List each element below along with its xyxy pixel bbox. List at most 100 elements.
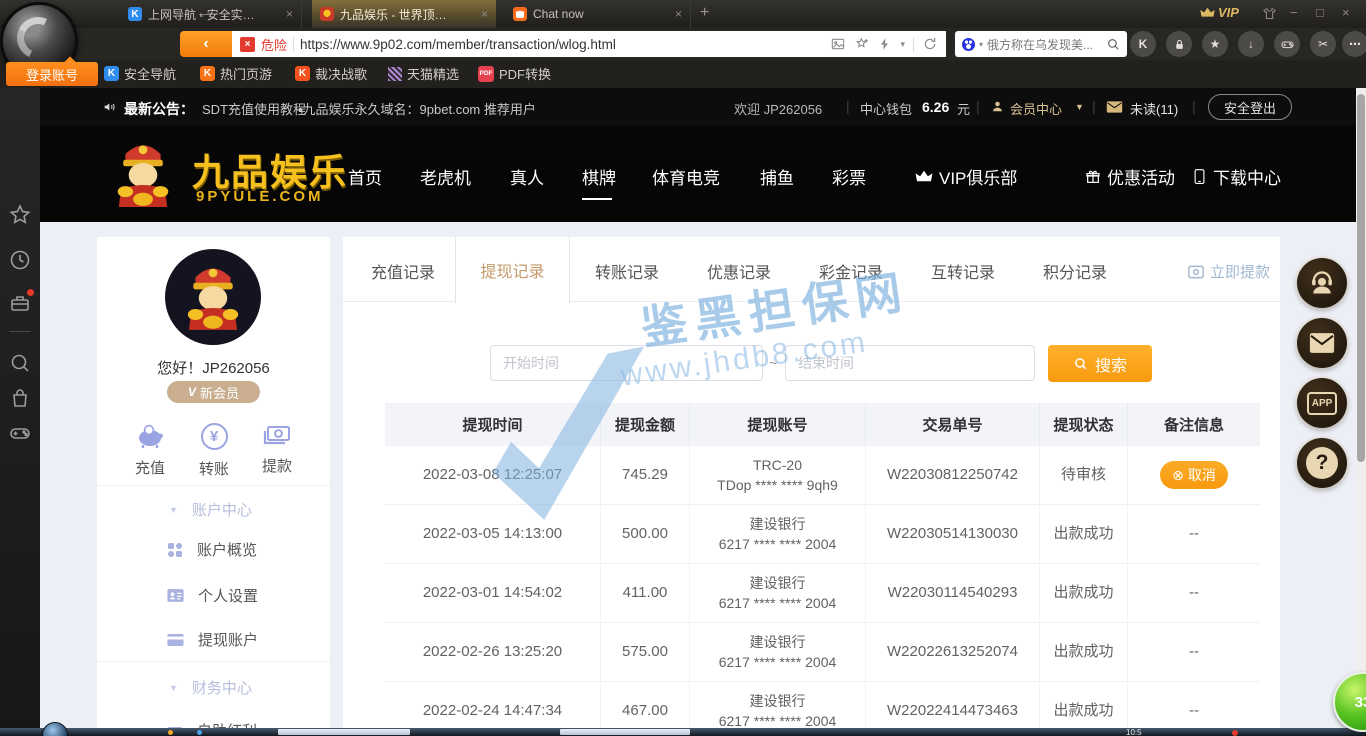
gamepad-icon[interactable] xyxy=(8,421,32,445)
skin-shirt-icon[interactable] xyxy=(1262,6,1277,21)
window-minimize-button[interactable]: − xyxy=(1290,5,1298,20)
favorites-star-icon[interactable] xyxy=(8,203,32,227)
bookmark-hot-games[interactable]: K 热门页游 xyxy=(200,64,272,83)
browser-tab-nav[interactable]: K 上网导航 - 安全实用的 × xyxy=(120,0,302,28)
nav-fishing[interactable]: 捕鱼 xyxy=(760,164,794,189)
clip-scissors-button[interactable]: ✂ xyxy=(1310,31,1336,57)
member-center-link[interactable]: 会员中心 xyxy=(1010,99,1062,118)
tab-promo-records[interactable]: 优惠记录 xyxy=(699,259,779,283)
search-icon[interactable] xyxy=(1106,37,1120,51)
tab-deposit-records[interactable]: 充值记录 xyxy=(363,259,443,283)
tab-points-records[interactable]: 积分记录 xyxy=(1035,259,1115,283)
taskbar-app-dot[interactable] xyxy=(168,730,173,735)
announce-item[interactable]: •九品娱乐永久域名：9pbet.com 推荐用户 xyxy=(298,99,536,118)
taskbar-window-button[interactable] xyxy=(560,729,690,735)
lock-security-button[interactable] xyxy=(1166,31,1192,57)
snapshot-image-icon[interactable] xyxy=(830,36,846,52)
withdraw-now-link[interactable]: 立即提款 xyxy=(1188,261,1270,282)
menu-item-withdraw-accounts[interactable]: 提现账户 xyxy=(167,629,258,650)
nav-chess[interactable]: 棋牌 xyxy=(582,164,616,189)
cancel-withdraw-button[interactable]: ⊗ 取消 xyxy=(1160,461,1228,489)
search-suggestion-text[interactable]: 俄方称在乌发现美... xyxy=(987,36,1102,53)
site-logo-mascot[interactable] xyxy=(110,138,176,210)
nav-home[interactable]: 首页 xyxy=(348,164,382,189)
tab-transfer-records[interactable]: 转账记录 xyxy=(587,259,667,283)
nav-lottery[interactable]: 彩票 xyxy=(832,164,866,189)
nav-promotions[interactable]: 优惠活动 xyxy=(1085,164,1175,189)
search-button[interactable]: 搜索 xyxy=(1048,345,1152,382)
tab-withdraw-records-active[interactable]: 提现记录 xyxy=(455,237,570,303)
tab-close-icon[interactable]: × xyxy=(475,7,488,21)
add-favorite-star-icon[interactable] xyxy=(854,36,870,52)
nav-live[interactable]: 真人 xyxy=(510,164,544,189)
help-button[interactable]: ? xyxy=(1297,438,1347,488)
cell-status-link[interactable]: 出款成功 xyxy=(1040,505,1128,563)
favorites-star-button[interactable]: ★ xyxy=(1202,31,1228,57)
browser-tab-chat[interactable]: Chat now × xyxy=(505,0,691,28)
menu-item-self-bonus[interactable]: 自助红利 xyxy=(167,720,257,728)
nav-sports[interactable]: 体育电竞 xyxy=(652,164,720,189)
customer-service-button[interactable] xyxy=(1297,258,1347,308)
window-close-button[interactable]: × xyxy=(1342,5,1350,20)
search-engine-dropdown-icon[interactable]: ▾ xyxy=(979,40,983,49)
member-dropdown-icon[interactable]: ▼ xyxy=(1075,102,1084,112)
history-clock-icon[interactable] xyxy=(8,248,32,272)
logout-button[interactable]: 安全登出 xyxy=(1208,94,1292,120)
browser-back-button[interactable]: ‹ xyxy=(180,31,232,57)
shopping-bag-icon[interactable] xyxy=(8,386,32,410)
bookmark-tmall[interactable]: 天猫精选 xyxy=(388,64,459,83)
window-restore-button[interactable]: □ xyxy=(1316,5,1324,20)
refresh-icon[interactable] xyxy=(922,36,938,52)
unread-count-link[interactable]: 未读(11) xyxy=(1130,99,1178,118)
taskbar-window-button[interactable] xyxy=(278,729,410,735)
games-button[interactable] xyxy=(1274,31,1300,57)
avatar[interactable] xyxy=(165,249,261,345)
tab-bonus-records[interactable]: 彩金记录 xyxy=(811,259,891,283)
messages-button[interactable] xyxy=(1297,318,1347,368)
cell-status-link[interactable]: 出款成功 xyxy=(1040,682,1128,728)
lightning-dropdown-icon[interactable]: ▾ xyxy=(900,39,905,50)
cell-status-link[interactable]: 出款成功 xyxy=(1040,623,1128,681)
menu-section-finance[interactable]: ▼ 财务中心 xyxy=(169,677,252,698)
start-date-input[interactable] xyxy=(490,345,763,381)
page-scrollbar-track[interactable] xyxy=(1356,88,1366,728)
announce-item[interactable]: SDT充值使用教程 xyxy=(202,99,306,118)
login-account-tooltip[interactable]: 登录账号 xyxy=(6,62,98,86)
download-button[interactable]: ↓ xyxy=(1238,31,1264,57)
end-date-input[interactable] xyxy=(785,345,1035,381)
mail-icon[interactable] xyxy=(1106,100,1123,114)
browser-vip-button[interactable]: VIP xyxy=(1200,5,1239,20)
cell-status-link[interactable]: 出款成功 xyxy=(1040,564,1128,622)
tab-mutual-records[interactable]: 互转记录 xyxy=(923,259,1003,283)
grid-icon xyxy=(167,542,183,558)
browser-tab-active-9pyule[interactable]: 九品娱乐 - 世界顶级娱 × xyxy=(312,0,496,28)
quick-deposit[interactable]: 充值 xyxy=(118,423,182,478)
quick-withdraw[interactable]: 提款 xyxy=(245,423,309,476)
browser-search-box[interactable]: ▾ 俄方称在乌发现美... xyxy=(955,31,1127,57)
new-tab-icon[interactable]: + xyxy=(700,4,709,22)
bookmark-pdf[interactable]: PDF PDF转换 xyxy=(478,64,551,83)
k-favicon: K xyxy=(128,7,142,21)
menu-section-account[interactable]: ▼ 账户中心 xyxy=(169,499,252,520)
app-download-button[interactable]: APP xyxy=(1297,378,1347,428)
nav-vip-club[interactable]: VIP俱乐部 xyxy=(915,164,1017,189)
taskbar-app-dot[interactable] xyxy=(197,730,202,735)
bookmark-war-song[interactable]: K 裁决战歌 xyxy=(295,64,367,83)
url-field[interactable]: × 危险 https://www.9p02.com/member/transac… xyxy=(232,31,946,57)
crown-icon xyxy=(915,170,933,184)
page-scrollbar-thumb[interactable] xyxy=(1357,94,1365,462)
nav-download-center[interactable]: 下载中心 xyxy=(1192,164,1281,189)
tab-close-icon[interactable]: × xyxy=(280,7,293,21)
search-icon[interactable] xyxy=(8,351,32,375)
tab-close-icon[interactable]: × xyxy=(669,7,682,21)
menu-item-personal-settings[interactable]: 个人设置 xyxy=(167,585,258,606)
bookmark-safe-nav[interactable]: K 安全导航 xyxy=(104,64,176,83)
quick-transfer[interactable]: ¥ 转账 xyxy=(182,423,246,479)
k-extension-button[interactable]: K xyxy=(1130,31,1156,57)
lightning-icon[interactable] xyxy=(878,37,892,51)
menu-item-account-overview[interactable]: 账户概览 xyxy=(167,539,257,560)
briefcase-icon[interactable] xyxy=(8,291,32,315)
nav-label: 体育电竞 xyxy=(652,164,720,189)
nav-slots[interactable]: 老虎机 xyxy=(420,164,471,189)
more-menu-button[interactable]: ⋯ xyxy=(1342,31,1366,57)
